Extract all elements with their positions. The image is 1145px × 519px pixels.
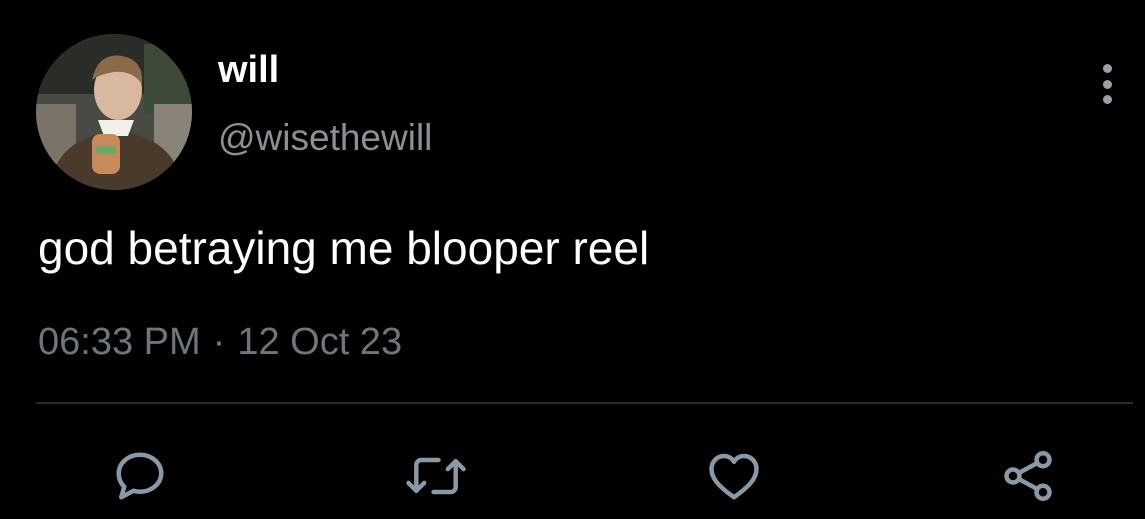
tweet-date: 12 Oct 23 (237, 321, 403, 363)
like-button[interactable] (702, 444, 766, 508)
more-options-button[interactable] (1090, 60, 1124, 108)
reply-icon (116, 452, 164, 500)
reply-button[interactable] (108, 444, 172, 508)
author-handle[interactable]: @wisethewill (218, 116, 432, 160)
avatar-photo (36, 34, 192, 190)
share-icon (1004, 451, 1052, 501)
heart-icon (709, 453, 759, 500)
avatar[interactable] (36, 34, 192, 190)
tweet-time: 06:33 PM (38, 321, 201, 363)
more-vertical-icon (1102, 64, 1112, 73)
more-vertical-icon-dot (1102, 95, 1112, 104)
author-display-name[interactable]: will (218, 48, 279, 92)
share-button[interactable] (996, 444, 1060, 508)
retweet-button[interactable] (404, 444, 468, 508)
more-vertical-icon-dot (1102, 79, 1112, 89)
tweet: will @wisethewill god betraying me bloop… (0, 0, 1145, 519)
tweet-text: god betraying me blooper reel (38, 222, 650, 274)
tweet-timestamp[interactable]: 06:33 PM · 12 Oct 23 (38, 318, 402, 366)
meta-separator: · (212, 321, 226, 363)
divider (36, 402, 1133, 404)
retweet-icon (406, 457, 466, 495)
